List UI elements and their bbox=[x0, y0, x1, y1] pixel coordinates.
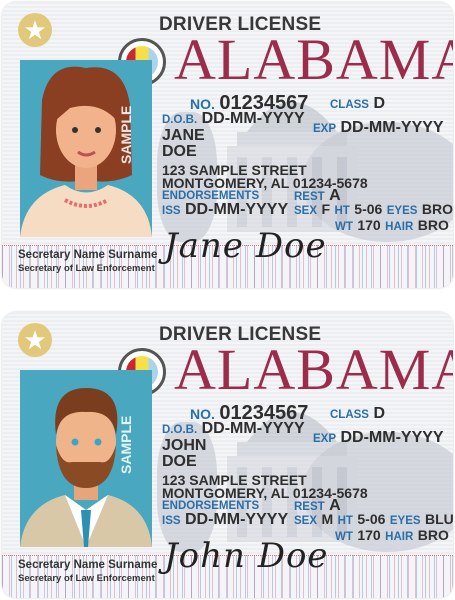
star-icon: ★ bbox=[18, 323, 52, 357]
wt-value: 170 bbox=[357, 527, 381, 543]
exp-value: DD-MM-YYYY bbox=[340, 119, 444, 136]
last-name: DOE bbox=[162, 453, 197, 470]
hair-label: HAIR bbox=[385, 531, 414, 543]
signature: John Doe bbox=[164, 536, 329, 576]
dob-label: D.O.B. bbox=[162, 424, 198, 436]
secretary-title: Secretary of Law Enforcement bbox=[18, 263, 155, 274]
signature: Jane Doe bbox=[164, 226, 327, 266]
license-card: ★ DRIVER LICENSE ALABAMA SAMPLE NO. 0123… bbox=[2, 2, 453, 288]
exp-label: EXP bbox=[313, 433, 337, 445]
iss-value: DD-MM-YYYY bbox=[185, 511, 289, 528]
dob-value: DD-MM-YYYY bbox=[201, 110, 305, 127]
sex-label: SEX bbox=[294, 205, 318, 217]
sex-label: SEX bbox=[294, 515, 318, 527]
class-value: D bbox=[373, 405, 385, 422]
sample-watermark: SAMPLE bbox=[118, 105, 134, 164]
ht-label: HT bbox=[334, 205, 350, 217]
eyes-value: BRO bbox=[421, 201, 453, 217]
dob-value: DD-MM-YYYY bbox=[201, 420, 305, 437]
class-label: CLASS bbox=[330, 99, 369, 111]
exp-label: EXP bbox=[313, 123, 337, 135]
sex-value: F bbox=[321, 201, 331, 217]
dob-label: D.O.B. bbox=[162, 114, 198, 126]
hair-value: BRO bbox=[417, 527, 449, 543]
sample-watermark: SAMPLE bbox=[118, 415, 134, 474]
last-name: DOE bbox=[162, 143, 197, 160]
license-card: ★ DRIVER LICENSE ALABAMA SAMPLE NO. 0123… bbox=[2, 312, 453, 598]
hair-label: HAIR bbox=[385, 221, 414, 233]
secretary-name: Secretary Name Surname bbox=[18, 249, 158, 261]
wt-value: 170 bbox=[357, 217, 381, 233]
sex-value: M bbox=[321, 511, 334, 527]
class-value: D bbox=[373, 95, 385, 112]
wt-label: WT bbox=[335, 531, 353, 543]
eyes-label: EYES bbox=[386, 205, 418, 217]
iss-value: DD-MM-YYYY bbox=[185, 201, 289, 218]
star-icon: ★ bbox=[18, 13, 52, 47]
secretary-title: Secretary of Law Enforcement bbox=[18, 573, 155, 584]
wt-label: WT bbox=[335, 221, 353, 233]
secretary-name: Secretary Name Surname bbox=[18, 559, 158, 571]
exp-value: DD-MM-YYYY bbox=[340, 429, 444, 446]
eyes-label: EYES bbox=[389, 515, 421, 527]
eyes-value: BLU bbox=[425, 511, 453, 527]
ht-value: 5-06 bbox=[357, 511, 386, 527]
iss-label: ISS bbox=[162, 205, 181, 217]
ht-label: HT bbox=[337, 515, 353, 527]
iss-label: ISS bbox=[162, 515, 181, 527]
ht-value: 5-06 bbox=[354, 201, 383, 217]
state-name: ALABAMA bbox=[174, 337, 453, 402]
hair-value: BRO bbox=[417, 217, 449, 233]
class-label: CLASS bbox=[330, 409, 369, 421]
state-name: ALABAMA bbox=[174, 27, 453, 92]
